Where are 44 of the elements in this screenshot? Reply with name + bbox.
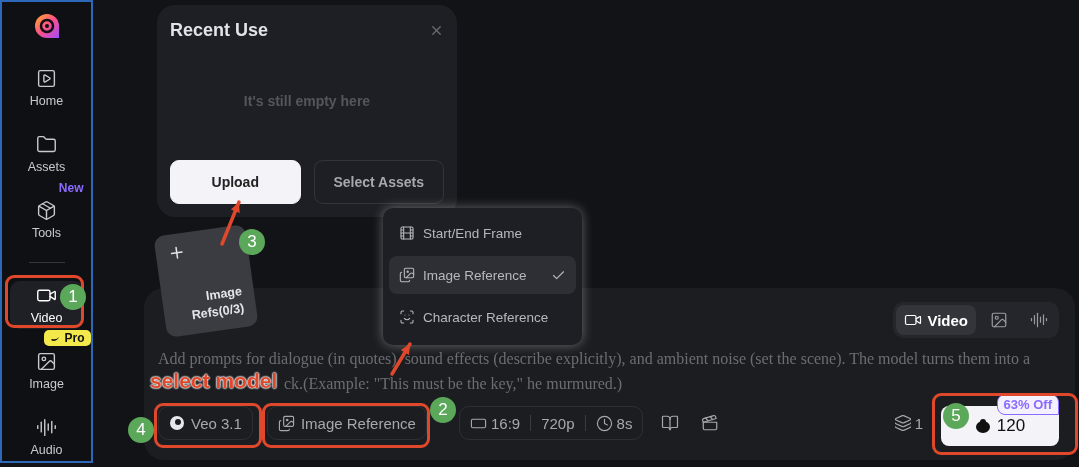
upload-button[interactable]: Upload (170, 160, 301, 204)
sidebar-item[interactable]: Image (9, 347, 84, 395)
duration: 8s (595, 414, 633, 432)
resolution: 720p (541, 414, 575, 432)
sidebar-item[interactable]: Assets (9, 130, 84, 178)
media-tab[interactable]: Video (896, 305, 976, 335)
select-assets-button[interactable]: Select Assets (313, 160, 444, 204)
model-selector[interactable]: Veo 3.1 (158, 406, 253, 440)
images-icon (277, 414, 295, 432)
popup-title: Recent Use (170, 20, 269, 41)
face-scan-icon (399, 309, 415, 325)
menu-item[interactable]: Character Reference (389, 298, 576, 336)
step-marker: 3 (239, 229, 265, 255)
menu-item[interactable]: Start/End Frame (389, 214, 576, 252)
menu-item[interactable]: Image Reference (389, 256, 576, 294)
image-icon (36, 351, 57, 372)
close-icon[interactable] (429, 23, 444, 38)
sidebar-item[interactable]: Tools (9, 196, 84, 244)
clock-icon (595, 414, 613, 432)
image-icon (990, 311, 1008, 329)
annotation-arrow (220, 200, 241, 246)
output-count[interactable]: 1 (889, 410, 927, 436)
empty-message: It's still empty here (243, 92, 371, 109)
coin-icon (974, 419, 991, 433)
card-label: Image Refs(0/3) (189, 283, 246, 325)
aspect-ratio: 16:9 (469, 414, 521, 432)
new-label: New (58, 181, 84, 195)
pro-label: Pro (44, 330, 91, 346)
audio-wave-icon (36, 417, 57, 438)
folder-icon (36, 134, 57, 155)
audio-wave-icon (1030, 311, 1048, 329)
sidebar-item[interactable]: Home (9, 64, 84, 112)
app-logo[interactable] (33, 13, 60, 39)
box-icon (36, 200, 57, 221)
film-icon (399, 225, 415, 241)
annotation-caption: select model (150, 369, 278, 393)
video-settings[interactable]: 16:9 720p 8s (458, 406, 644, 440)
model-logo-icon (169, 415, 185, 431)
mode-selector[interactable]: Image Reference (266, 406, 427, 440)
layers-icon (893, 414, 912, 432)
images-icon (399, 267, 415, 283)
sidebar-item[interactable]: Audio (9, 413, 84, 461)
step-marker: 4 (128, 417, 154, 443)
play-square-icon (36, 68, 57, 89)
